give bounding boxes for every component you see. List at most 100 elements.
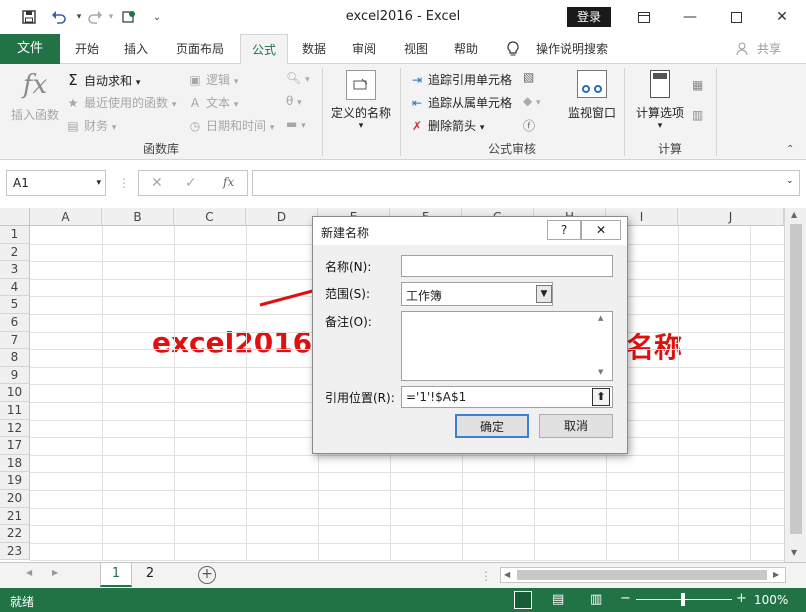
prev-sheet-icon[interactable]: ◀ — [26, 568, 32, 577]
formula-input[interactable] — [252, 170, 800, 196]
refers-to-input[interactable]: ='1'!$A$1 ⬆ — [401, 386, 613, 408]
datetime-button[interactable]: ◷ 日期和时间 ▾ — [188, 117, 275, 134]
confirm-entry-icon[interactable]: ✓ — [185, 175, 197, 191]
minimize-icon[interactable]: — — [670, 4, 710, 30]
vertical-scrollbar[interactable]: ▲ ▼ — [784, 208, 806, 562]
sheet-tab-1[interactable]: 1 — [100, 563, 132, 587]
select-all-corner[interactable] — [0, 208, 30, 226]
column-header[interactable]: C — [174, 208, 246, 226]
add-sheet-icon[interactable]: + — [198, 566, 216, 584]
row-header[interactable]: 11 — [0, 402, 30, 420]
row-header[interactable]: 8 — [0, 349, 30, 367]
sheet-tab-2[interactable]: 2 — [136, 563, 164, 587]
maximize-icon[interactable] — [716, 4, 756, 30]
column-header[interactable]: J — [678, 208, 784, 226]
page-layout-view-icon[interactable]: ▤ — [552, 592, 564, 607]
row-header[interactable]: 2 — [0, 243, 30, 262]
zoom-level[interactable]: 100% — [754, 593, 788, 607]
tab-review[interactable]: 审阅 — [346, 34, 382, 64]
scroll-down-icon[interactable]: ▼ — [791, 548, 797, 557]
autosum-button[interactable]: Σ 自动求和 ▾ — [66, 71, 140, 89]
scroll-thumb[interactable] — [790, 224, 802, 534]
comment-scroll-down-icon[interactable]: ▼ — [598, 368, 603, 376]
row-header[interactable]: 20 — [0, 490, 30, 508]
column-header[interactable]: B — [102, 208, 174, 226]
horizontal-scrollbar[interactable]: ◀ ▶ — [500, 567, 786, 583]
comment-textarea[interactable]: ▲ ▼ — [401, 311, 613, 381]
calc-options-button[interactable]: 计算选项 ▾ — [632, 70, 688, 131]
collapse-ribbon-icon[interactable]: ⌃ — [786, 144, 794, 155]
row-header[interactable]: 21 — [0, 507, 30, 526]
fx-button[interactable]: fx — [223, 175, 234, 189]
show-formulas-icon[interactable]: ▧ — [523, 70, 534, 84]
column-header[interactable]: D — [246, 208, 318, 226]
tab-split-icon[interactable]: ⋮ — [480, 569, 492, 583]
dialog-close-icon[interactable]: ✕ — [581, 220, 621, 240]
trace-dependents-button[interactable]: ⇤ 追踪从属单元格 — [410, 94, 512, 111]
normal-view-icon[interactable] — [514, 591, 532, 609]
recently-used-button[interactable]: ★ 最近使用的函数 ▾ — [66, 94, 177, 111]
close-icon[interactable]: ✕ — [762, 4, 802, 30]
calc-sheet-icon[interactable]: ▥ — [692, 108, 703, 122]
next-sheet-icon[interactable]: ▶ — [52, 568, 58, 577]
row-header[interactable]: 12 — [0, 419, 30, 438]
ribbon-display-icon[interactable] — [624, 4, 664, 30]
tab-view[interactable]: 视图 — [398, 34, 434, 64]
name-box-dropdown-icon[interactable]: ▾ — [96, 171, 101, 195]
ok-button[interactable]: 确定 — [455, 414, 529, 438]
row-header[interactable]: 22 — [0, 525, 30, 543]
zoom-out-icon[interactable]: − — [620, 591, 631, 606]
scope-dropdown-icon[interactable]: ▼ — [536, 285, 552, 303]
math-button[interactable]: θ ▾ — [286, 94, 302, 108]
cancel-entry-icon[interactable]: ✕ — [151, 175, 163, 191]
row-header[interactable]: 5 — [0, 296, 30, 314]
logical-button[interactable]: ▣ 逻辑 ▾ — [188, 71, 238, 88]
lookup-button[interactable]: 🔍︎ ▾ — [286, 71, 310, 85]
share-button[interactable]: 共享 — [754, 34, 784, 64]
cancel-button[interactable]: 取消 — [539, 414, 613, 438]
zoom-in-icon[interactable]: + — [736, 591, 747, 606]
comment-scroll-up-icon[interactable]: ▲ — [598, 314, 603, 322]
row-header[interactable]: 6 — [0, 314, 30, 332]
row-header[interactable]: 9 — [0, 366, 30, 385]
row-header[interactable]: 18 — [0, 454, 30, 473]
watch-window-button[interactable]: 监视窗口 — [566, 70, 618, 121]
evaluate-formula-icon[interactable]: ⓕ — [523, 117, 535, 134]
column-header[interactable]: A — [30, 208, 102, 226]
tell-me-search[interactable]: 操作说明搜索 — [532, 34, 612, 64]
calc-now-icon[interactable]: ▦ — [692, 78, 703, 92]
scroll-up-icon[interactable]: ▲ — [791, 210, 797, 219]
row-header[interactable]: 1 — [0, 226, 30, 244]
insert-function-button[interactable]: fx 插入函数 — [10, 70, 60, 123]
tab-help[interactable]: 帮助 — [448, 34, 484, 64]
tab-data[interactable]: 数据 — [296, 34, 332, 64]
name-input[interactable] — [401, 255, 613, 277]
row-header[interactable]: 23 — [0, 542, 30, 561]
row-header[interactable]: 3 — [0, 261, 30, 279]
dialog-help-button[interactable]: ? — [547, 220, 581, 240]
text-button[interactable]: A 文本 ▾ — [188, 94, 238, 111]
tab-file[interactable]: 文件 — [0, 34, 60, 64]
error-checking-icon[interactable]: ◆ ▾ — [523, 94, 541, 108]
tab-home[interactable]: 开始 — [68, 34, 106, 64]
more-functions-button[interactable]: ▬ ▾ — [286, 117, 306, 131]
row-header[interactable]: 10 — [0, 384, 30, 402]
scope-select[interactable]: 工作簿 ▼ — [401, 282, 553, 306]
tab-page-layout[interactable]: 页面布局 — [168, 34, 232, 64]
row-header[interactable]: 17 — [0, 437, 30, 455]
collapse-dialog-icon[interactable]: ⬆ — [592, 388, 610, 406]
login-button[interactable]: 登录 — [567, 7, 611, 27]
scroll-right-icon[interactable]: ▶ — [773, 570, 779, 579]
row-header[interactable]: 4 — [0, 278, 30, 297]
row-header[interactable]: 19 — [0, 472, 30, 490]
row-header[interactable]: 7 — [0, 331, 30, 350]
tab-insert[interactable]: 插入 — [116, 34, 156, 64]
expand-formula-bar-icon[interactable]: ⌄ — [786, 176, 794, 186]
zoom-slider-thumb[interactable] — [681, 593, 685, 606]
scroll-left-icon[interactable]: ◀ — [504, 570, 510, 579]
page-break-view-icon[interactable]: ▥ — [590, 592, 602, 607]
financial-button[interactable]: ▤ 财务 ▾ — [66, 117, 116, 134]
name-box[interactable]: A1 ▾ — [6, 170, 106, 196]
defined-names-button[interactable]: 定义的名称 ▾ — [328, 70, 394, 131]
trace-precedents-button[interactable]: ⇥ 追踪引用单元格 — [410, 71, 512, 88]
